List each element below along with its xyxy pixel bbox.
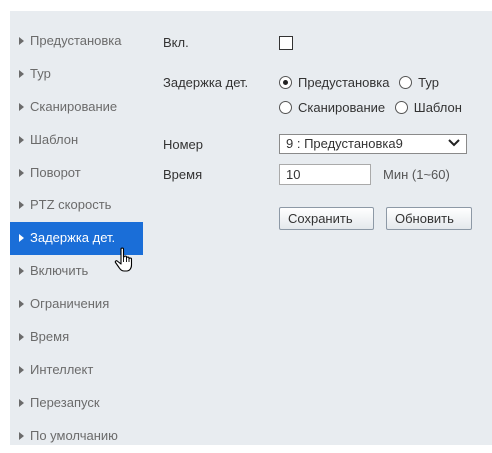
sidebar-item-ptz-speed[interactable]: PTZ скорость [10, 189, 145, 222]
sidebar-item-rotation[interactable]: Поворот [10, 157, 145, 190]
sidebar-item-limits[interactable]: Ограничения [10, 288, 145, 321]
triangle-right-icon [19, 37, 24, 45]
radio-preset[interactable]: Предустановка [279, 75, 390, 90]
radio-dot-icon [279, 76, 292, 89]
triangle-right-icon [19, 234, 24, 243]
number-select[interactable]: 9 : Предустановка9 [279, 134, 467, 154]
sidebar-item-scan[interactable]: Сканирование [10, 91, 145, 124]
triangle-right-icon [19, 333, 24, 342]
triangle-right-icon [19, 102, 24, 111]
sidebar-item-time[interactable]: Время [10, 321, 145, 354]
settings-panel: Предустановка Тур Сканирование Шаблон По… [10, 11, 492, 445]
radio-dot-icon [279, 101, 292, 114]
sidebar-item-intelligence[interactable]: Интеллект [10, 354, 145, 387]
delay-options-row-2: Сканирование Шаблон [279, 100, 468, 115]
radio-pattern[interactable]: Шаблон [394, 100, 462, 115]
sidebar-item-default[interactable]: По умолчанию [10, 420, 145, 453]
triangle-right-icon [19, 201, 24, 210]
triangle-right-icon [19, 135, 24, 144]
radio-tour[interactable]: Тур [399, 75, 439, 90]
time-unit: Мин (1~60) [383, 167, 450, 182]
delay-options-row-1: Предустановка Тур [279, 75, 445, 90]
triangle-right-icon [19, 431, 24, 440]
sidebar-item-restart[interactable]: Перезапуск [10, 387, 145, 420]
triangle-right-icon [19, 69, 24, 78]
radio-dot-icon [394, 101, 408, 114]
triangle-right-icon [19, 300, 24, 309]
triangle-right-icon [19, 267, 24, 276]
chevron-down-icon [448, 135, 460, 155]
sidebar-item-preset[interactable]: Предустановка [10, 25, 145, 58]
delay-label: Задержка дет. [163, 75, 249, 90]
sidebar-item-tour[interactable]: Тур [10, 58, 145, 91]
number-label: Номер [163, 137, 204, 152]
sidebar-item-pattern[interactable]: Шаблон [10, 124, 145, 157]
sidebar: Предустановка Тур Сканирование Шаблон По… [10, 25, 145, 453]
triangle-right-icon [19, 398, 24, 407]
radio-dot-icon [399, 76, 413, 89]
time-label: Время [163, 167, 203, 182]
triangle-right-icon [19, 168, 24, 177]
refresh-button[interactable]: Обновить [386, 207, 472, 230]
save-button[interactable]: Сохранить [279, 207, 374, 230]
sidebar-item-power-up[interactable]: Включить [10, 255, 145, 288]
time-input[interactable]: 10 [279, 164, 371, 185]
radio-scan[interactable]: Сканирование [279, 100, 385, 115]
sidebar-item-idle-motion[interactable]: Задержка дет. [10, 222, 143, 256]
triangle-right-icon [19, 365, 24, 374]
enable-label: Вкл. [163, 35, 189, 50]
enable-checkbox[interactable] [279, 36, 293, 50]
